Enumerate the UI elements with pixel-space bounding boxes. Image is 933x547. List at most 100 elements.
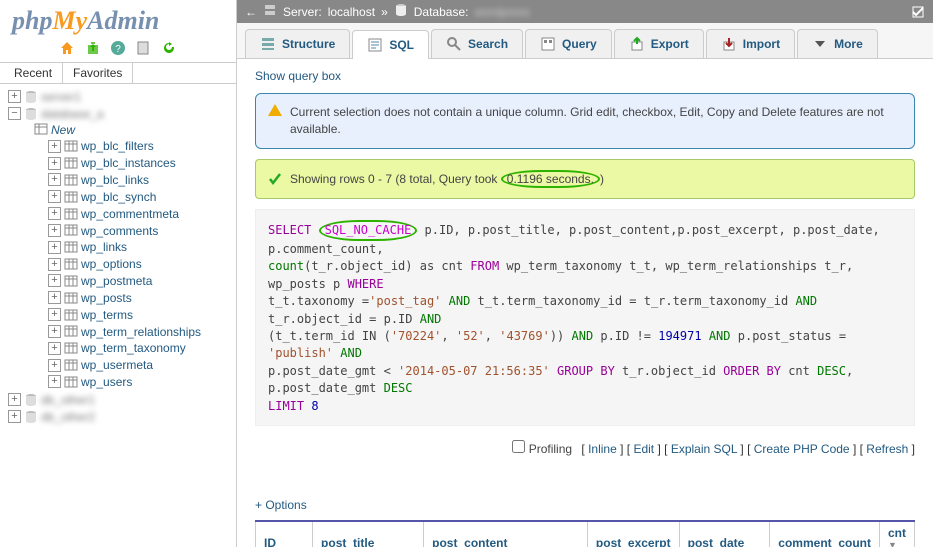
table-item[interactable]: wp_links xyxy=(81,240,127,254)
navigation-sidebar: phpMyAdmin ? Recent Favorites + server1 −… xyxy=(0,0,237,547)
server-name[interactable]: localhost xyxy=(328,5,375,19)
database-icon xyxy=(394,3,408,20)
table-item[interactable]: wp_comments xyxy=(81,223,158,237)
database-icon xyxy=(24,90,38,104)
tab-structure[interactable]: Structure xyxy=(245,29,350,58)
explain-sql-link[interactable]: Explain SQL xyxy=(671,442,737,456)
inline-link[interactable]: Inline xyxy=(588,442,617,456)
col-comment-count[interactable]: comment_count xyxy=(770,521,880,547)
profiling-checkbox[interactable] xyxy=(512,440,525,453)
tab-search[interactable]: Search xyxy=(431,29,523,58)
database-icon xyxy=(24,410,38,424)
expand-icon[interactable]: + xyxy=(48,207,61,220)
table-header-row: ID post_title post_content post_excerpt … xyxy=(256,521,915,547)
server-icon xyxy=(263,3,277,20)
expand-icon[interactable]: + xyxy=(8,393,21,406)
col-cnt[interactable]: cnt▼1 xyxy=(879,521,914,547)
refresh-link[interactable]: Refresh xyxy=(866,442,908,456)
table-item[interactable]: wp_commentmeta xyxy=(81,207,179,221)
nav-toolbar: ? xyxy=(0,38,236,62)
table-icon xyxy=(64,190,78,204)
database-item[interactable]: db_other1 xyxy=(41,393,95,407)
expand-icon[interactable]: + xyxy=(48,157,61,170)
new-table-icon xyxy=(34,122,48,136)
table-icon xyxy=(64,358,78,372)
expand-icon[interactable]: + xyxy=(48,274,61,287)
expand-icon[interactable]: + xyxy=(48,359,61,372)
reload-icon[interactable] xyxy=(161,40,177,56)
table-item[interactable]: wp_usermeta xyxy=(81,358,153,372)
col-post-content[interactable]: post_content xyxy=(424,521,588,547)
database-item[interactable]: db_other2 xyxy=(41,410,95,424)
home-icon[interactable] xyxy=(59,40,75,56)
recent-tab[interactable]: Recent xyxy=(4,63,62,83)
table-item[interactable]: wp_options xyxy=(81,257,142,271)
docs-icon[interactable]: ? xyxy=(110,40,126,56)
logo: phpMyAdmin xyxy=(0,0,236,38)
table-item[interactable]: wp_term_relationships xyxy=(81,324,201,338)
nav-toggle-icon[interactable]: ← xyxy=(245,5,257,19)
table-item[interactable]: wp_posts xyxy=(81,291,132,305)
database-name[interactable]: wordpress xyxy=(474,5,529,19)
sql-icon xyxy=(367,37,383,53)
database-item[interactable]: database_a xyxy=(41,107,104,121)
create-php-link[interactable]: Create PHP Code xyxy=(754,442,850,456)
content-area: Show query box Current selection does no… xyxy=(237,59,933,547)
show-query-box-link[interactable]: Show query box xyxy=(255,69,341,83)
collapse-icon[interactable]: − xyxy=(8,107,21,120)
logout-icon[interactable] xyxy=(85,40,101,56)
expand-icon[interactable]: + xyxy=(48,173,61,186)
table-item[interactable]: wp_blc_synch xyxy=(81,190,156,204)
page-settings-icon[interactable] xyxy=(911,5,925,19)
sort-desc-icon: ▼ xyxy=(888,540,906,547)
expand-icon[interactable]: + xyxy=(48,325,61,338)
col-id[interactable]: ID xyxy=(256,521,313,547)
timing-highlight: 0.1196 seconds. xyxy=(501,170,600,188)
expand-icon[interactable]: + xyxy=(48,258,61,271)
col-post-date[interactable]: post_date xyxy=(679,521,770,547)
sql-docs-icon[interactable] xyxy=(135,40,151,56)
expand-icon[interactable]: + xyxy=(48,224,61,237)
expand-icon[interactable]: + xyxy=(48,342,61,355)
table-item[interactable]: wp_term_taxonomy xyxy=(81,341,186,355)
table-icon xyxy=(64,173,78,187)
db-tree: + server1 − database_a New + wp_blc_filters… xyxy=(0,84,236,425)
new-table-link[interactable]: New xyxy=(51,122,75,136)
table-icon xyxy=(64,207,78,221)
warning-icon xyxy=(268,104,282,116)
expand-icon[interactable]: + xyxy=(8,410,21,423)
expand-icon[interactable]: + xyxy=(8,90,21,103)
table-icon xyxy=(64,257,78,271)
search-icon xyxy=(446,36,462,52)
col-post-excerpt[interactable]: post_excerpt xyxy=(587,521,679,547)
results-table: ID post_title post_content post_excerpt … xyxy=(255,520,915,547)
col-post-title[interactable]: post_title xyxy=(313,521,424,547)
expand-icon[interactable]: + xyxy=(48,241,61,254)
chevron-down-icon xyxy=(812,36,828,52)
tab-query[interactable]: Query xyxy=(525,29,612,58)
table-item[interactable]: wp_blc_instances xyxy=(81,156,176,170)
edit-link[interactable]: Edit xyxy=(633,442,654,456)
options-toggle[interactable]: + Options xyxy=(255,498,307,512)
expand-icon[interactable]: + xyxy=(48,291,61,304)
expand-icon[interactable]: + xyxy=(48,140,61,153)
table-item[interactable]: wp_postmeta xyxy=(81,274,152,288)
table-item[interactable]: wp_blc_links xyxy=(81,173,149,187)
table-item[interactable]: wp_blc_filters xyxy=(81,139,154,153)
favorites-tab[interactable]: Favorites xyxy=(62,63,133,83)
query-actions: Profiling [ Inline ] [ Edit ] [ Explain … xyxy=(255,434,915,468)
export-icon xyxy=(629,36,645,52)
table-item[interactable]: wp_users xyxy=(81,375,132,389)
expand-icon[interactable]: + xyxy=(48,308,61,321)
expand-icon[interactable]: + xyxy=(48,375,61,388)
table-item[interactable]: wp_terms xyxy=(81,308,133,322)
table-icon xyxy=(64,139,78,153)
database-item[interactable]: server1 xyxy=(41,90,81,104)
tab-export[interactable]: Export xyxy=(614,29,704,58)
tab-sql[interactable]: SQL xyxy=(352,30,429,59)
main-panel: ← Server: localhost » Database: wordpres… xyxy=(237,0,933,547)
sql-no-cache-highlight: SQL_NO_CACHE xyxy=(319,220,418,241)
tab-import[interactable]: Import xyxy=(706,29,795,58)
tab-more[interactable]: More xyxy=(797,29,878,58)
expand-icon[interactable]: + xyxy=(48,190,61,203)
